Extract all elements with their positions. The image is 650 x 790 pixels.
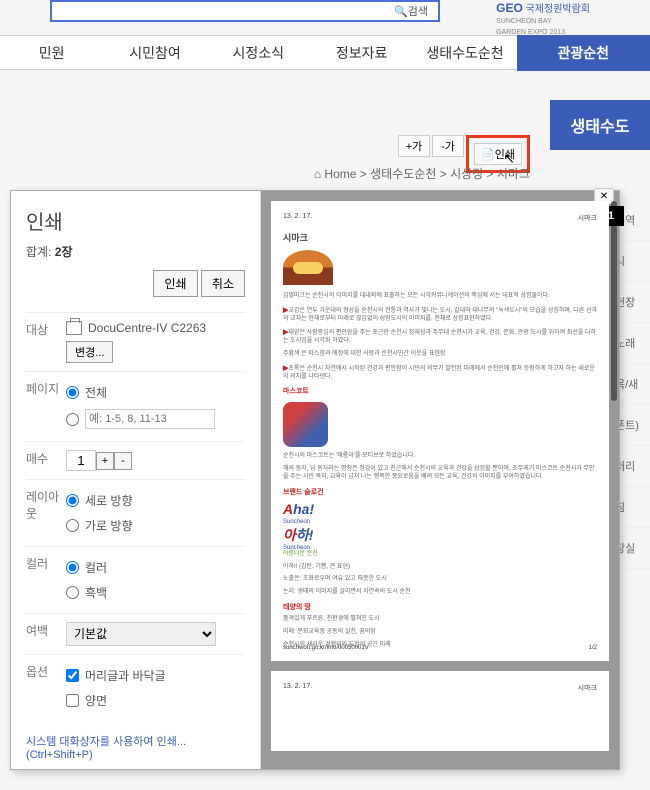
- system-dialog-link[interactable]: 시스템 대화상자를 사용하여 인쇄... (Ctrl+Shift+P): [26, 721, 245, 761]
- print-button[interactable]: 📄인쇄: [474, 143, 522, 165]
- duplex-checkbox[interactable]: [66, 694, 79, 707]
- header-footer-checkbox[interactable]: [66, 669, 79, 682]
- nav-news[interactable]: 시정소식: [207, 43, 310, 63]
- city-mark-logo: [283, 250, 333, 285]
- print-settings-panel: 인쇄 합계: 2장 인쇄 취소 대상 DocuCentre-IV C2263 변…: [11, 191, 261, 769]
- font-decrease-button[interactable]: -가: [432, 135, 464, 157]
- breadcrumb: ⌂ Home > 생태수도순천 > 시상징 > 시마크: [314, 165, 530, 182]
- color-color-radio[interactable]: [66, 561, 79, 574]
- search-button-label: 검색: [408, 3, 428, 19]
- preview-page-2: 13. 2. 17.시마크: [271, 671, 609, 751]
- print-dialog: 인쇄 합계: 2장 인쇄 취소 대상 DocuCentre-IV C2263 변…: [10, 190, 620, 770]
- preview-page-1: 13. 2. 17.시마크 시마크 심벌마크는 순천시의 이미지를 대내외에 표…: [271, 201, 609, 661]
- nav-info[interactable]: 정보자료: [310, 43, 413, 63]
- dialog-title: 인쇄: [26, 206, 245, 235]
- target-label: 대상: [26, 321, 66, 363]
- print-confirm-button[interactable]: 인쇄: [153, 270, 197, 297]
- printer-name: DocuCentre-IV C2263: [88, 321, 206, 335]
- page-section-title: 생태수도: [550, 100, 650, 150]
- nav-citizen[interactable]: 시민참여: [103, 43, 206, 63]
- preview-scrollbar[interactable]: [611, 201, 617, 401]
- expo-logo: GEO 국제정원박람회 SUNCHEON BAY GARDEN EXPO 201…: [496, 0, 590, 37]
- search-bar[interactable]: 🔍 검색: [50, 0, 440, 22]
- layout-landscape-radio[interactable]: [66, 519, 79, 532]
- nav-tour[interactable]: 관광순천: [517, 35, 650, 71]
- page-range-input[interactable]: [85, 409, 215, 429]
- copies-plus-button[interactable]: +: [96, 452, 114, 470]
- color-label: 컬러: [26, 555, 66, 605]
- search-icon: 🔍: [394, 5, 408, 18]
- nav-eco[interactable]: 생태수도순천: [413, 43, 516, 63]
- option-label: 옵션: [26, 663, 66, 713]
- copies-label: 매수: [26, 450, 66, 471]
- mascot-image: [283, 402, 328, 447]
- font-increase-button[interactable]: +가: [398, 135, 430, 157]
- copies-input[interactable]: [66, 450, 96, 471]
- copies-minus-button[interactable]: -: [114, 452, 132, 470]
- page-label: 페이지: [26, 380, 66, 433]
- page-range-radio[interactable]: [66, 413, 79, 426]
- layout-label: 레이아웃: [26, 488, 66, 538]
- home-icon: ⌂: [314, 167, 321, 181]
- main-nav: 민원 시민참여 시정소식 정보자료 생태수도순천 관광순천: [0, 35, 650, 70]
- margin-label: 여백: [26, 622, 66, 646]
- page-all-radio[interactable]: [66, 386, 79, 399]
- nav-minwon[interactable]: 민원: [0, 43, 103, 63]
- printer-icon: [66, 321, 82, 335]
- margin-select[interactable]: 기본값: [66, 622, 216, 646]
- layout-portrait-radio[interactable]: [66, 494, 79, 507]
- total-pages: 합계: 2장: [26, 243, 245, 260]
- cancel-button[interactable]: 취소: [201, 270, 245, 297]
- color-bw-radio[interactable]: [66, 586, 79, 599]
- print-preview-panel: ✕ 1 13. 2. 17.시마크 시마크 심벌마크는 순천시의 이미지를 대내…: [261, 191, 619, 769]
- change-printer-button[interactable]: 변경...: [66, 341, 113, 363]
